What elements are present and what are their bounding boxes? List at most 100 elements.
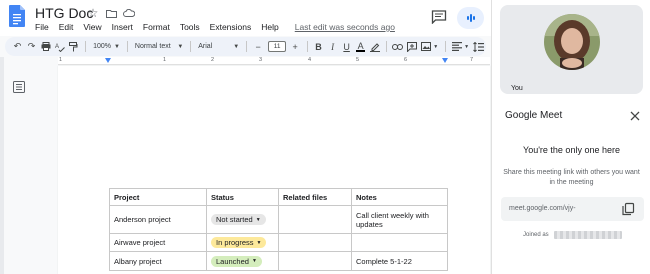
chevron-down-icon[interactable]: ▼: [464, 44, 469, 50]
chevron-down-icon: ▼: [233, 43, 240, 50]
bold-icon[interactable]: B: [312, 40, 325, 54]
status-chip[interactable]: In progress ▼: [211, 237, 267, 248]
ruler-number: 3: [259, 57, 263, 63]
table-row: Airwave project In progress ▼: [109, 233, 448, 252]
status-chip-label: In progress: [216, 238, 254, 247]
table-cell-status[interactable]: Not started ▼: [206, 205, 279, 234]
meeting-link[interactable]: meet.google.com/vjy-: [509, 205, 576, 212]
comment-history-icon[interactable]: [431, 10, 447, 24]
toolbar-divider: [307, 41, 309, 52]
insert-image-icon[interactable]: [419, 40, 432, 54]
line-spacing-icon[interactable]: [472, 40, 485, 54]
table-row: Anderson project Not started ▼ Call clie…: [109, 205, 448, 234]
cloud-saved-icon[interactable]: [122, 6, 136, 20]
toolbar-divider: [126, 41, 128, 52]
zoom-value: 100%: [93, 43, 111, 50]
meet-button[interactable]: [457, 7, 484, 29]
menu-tools[interactable]: Tools: [180, 22, 200, 32]
last-edit-link[interactable]: Last edit was seconds ago: [295, 22, 395, 32]
paragraph-style-select[interactable]: Normal text ▼: [132, 43, 186, 50]
table-header[interactable]: Related files: [278, 188, 352, 206]
redo-icon[interactable]: ↷: [25, 40, 38, 54]
toolbar-divider: [85, 41, 87, 52]
menu-extensions[interactable]: Extensions: [210, 22, 252, 32]
svg-text:A: A: [55, 44, 59, 50]
increase-font-size-button[interactable]: +: [288, 40, 302, 54]
menu-insert[interactable]: Insert: [112, 22, 133, 32]
toolbar-divider: [386, 41, 388, 52]
table-header[interactable]: Notes: [351, 188, 448, 206]
horizontal-ruler: 1 1 2 3 4 5 6 7: [58, 57, 490, 65]
ruler-number: 1: [59, 57, 63, 63]
add-comment-icon[interactable]: [405, 40, 418, 54]
italic-icon[interactable]: I: [326, 40, 339, 54]
menu-view[interactable]: View: [83, 22, 101, 32]
docs-logo-icon[interactable]: [9, 5, 25, 27]
table-cell-project[interactable]: Airwave project: [109, 233, 207, 252]
table-header[interactable]: Status: [206, 188, 279, 206]
menu-format[interactable]: Format: [143, 22, 170, 32]
ruler-number: 5: [356, 57, 360, 63]
font-size-input[interactable]: 11: [268, 41, 287, 52]
table-cell-files[interactable]: [278, 233, 352, 252]
table-cell-project[interactable]: Albany project: [109, 251, 207, 271]
zoom-select[interactable]: 100% ▼: [90, 43, 123, 50]
chevron-down-icon[interactable]: ▼: [433, 44, 438, 50]
font-size-control: − 11 +: [251, 40, 303, 54]
ruler-indent-marker[interactable]: [105, 58, 111, 63]
title-icons: ☆: [86, 6, 136, 20]
self-video-tile[interactable]: You: [500, 5, 643, 94]
document-outline-icon[interactable]: [13, 81, 25, 93]
ruler-number: 1: [163, 57, 167, 63]
ruler-number: 4: [308, 57, 312, 63]
star-icon[interactable]: ☆: [86, 6, 100, 20]
table-cell-notes[interactable]: Complete 5-1-22: [351, 251, 448, 271]
highlight-color-icon[interactable]: [368, 40, 381, 54]
chevron-down-icon: ▼: [114, 43, 120, 50]
status-chip[interactable]: Launched ▼: [211, 255, 262, 267]
docs-titlebar: HTG Doc ☆ File Edit View Insert Format T…: [0, 0, 491, 36]
menu-help[interactable]: Help: [261, 22, 278, 32]
formatting-toolbar: ↶ ↷ A 100% ▼ Normal text ▼ Arial ▼ − 11: [5, 37, 486, 56]
vertical-ruler: [0, 57, 4, 274]
table-cell-project[interactable]: Anderson project: [109, 205, 207, 234]
menu-edit[interactable]: Edit: [59, 22, 74, 32]
spellcheck-icon[interactable]: A: [53, 40, 66, 54]
panel-title: Google Meet: [505, 110, 563, 121]
chevron-down-icon: ▼: [255, 216, 261, 223]
menu-file[interactable]: File: [35, 22, 49, 32]
meeting-link-box: meet.google.com/vjy-: [501, 197, 644, 221]
joined-as-label: Joined as: [523, 232, 549, 238]
decrease-font-size-button[interactable]: −: [251, 40, 265, 54]
menu-bar: File Edit View Insert Format Tools Exten…: [35, 22, 395, 32]
font-select[interactable]: Arial ▼: [195, 43, 242, 50]
table-cell-notes[interactable]: Call client weekly with updates: [351, 205, 448, 234]
redacted-account-name: [554, 231, 622, 239]
underline-icon[interactable]: U: [340, 40, 353, 54]
close-icon[interactable]: [629, 110, 641, 122]
table-cell-status[interactable]: In progress ▼: [206, 233, 279, 252]
ruler-right-indent-marker[interactable]: [442, 58, 448, 63]
toolbar-divider: [246, 41, 248, 52]
table-cell-files[interactable]: [278, 205, 352, 234]
align-icon[interactable]: [450, 40, 463, 54]
table-header-row: Project Status Related files Notes: [109, 188, 448, 206]
insert-link-icon[interactable]: [391, 40, 404, 54]
document-title[interactable]: HTG Doc: [35, 5, 93, 21]
ruler-number: 6: [404, 57, 408, 63]
chevron-down-icon: ▼: [256, 239, 262, 246]
share-instructions: Share this meeting link with others you …: [503, 169, 640, 187]
only-one-here-message: You're the only one here: [523, 145, 620, 155]
status-chip-label: Not started: [216, 215, 253, 224]
table-cell-status[interactable]: Launched ▼: [206, 251, 279, 271]
move-folder-icon[interactable]: [104, 6, 118, 20]
text-color-icon[interactable]: A: [354, 40, 367, 54]
print-icon[interactable]: [39, 40, 52, 54]
copy-icon[interactable]: [621, 202, 635, 216]
status-chip[interactable]: Not started ▼: [211, 214, 266, 225]
table-header[interactable]: Project: [109, 188, 207, 206]
table-cell-notes[interactable]: [351, 233, 448, 252]
undo-icon[interactable]: ↶: [11, 40, 24, 54]
table-cell-files[interactable]: [278, 251, 352, 271]
paint-format-icon[interactable]: [67, 40, 80, 54]
